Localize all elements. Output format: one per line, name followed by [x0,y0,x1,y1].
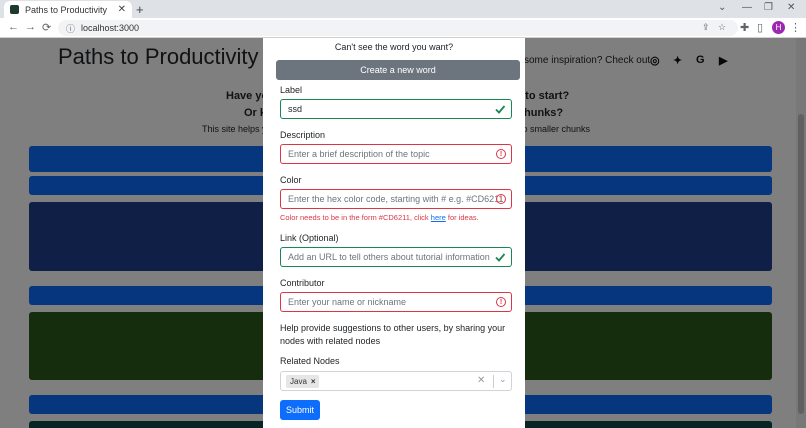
new-word-modal: Can't see the word you want? Create a ne… [263,38,525,428]
chip-label: Java [290,377,307,386]
related-nodes-label: Related Nodes [280,356,340,366]
color-error-prefix: Color needs to be in the form #CD6211, c… [280,213,431,222]
contributor-placeholder: Enter your name or nickname [288,297,407,307]
description-placeholder: Enter a brief description of the topic [288,149,430,159]
window-close-icon[interactable]: ✕ [787,2,795,13]
url-field[interactable]: ⓘ localhost:3000 ⇪ ☆ [58,20,738,36]
error-icon: ! [496,194,506,204]
clear-selection-icon[interactable]: ✕ [477,375,485,386]
profile-avatar[interactable]: H [772,21,785,34]
error-icon: ! [496,149,506,159]
menu-kebab-icon[interactable]: ⋮ [790,21,801,34]
selected-node-chip[interactable]: Java × [286,375,319,388]
link-label: Link (Optional) [280,233,339,243]
color-error-message: Color needs to be in the form #CD6211, c… [280,213,479,222]
extensions-icon[interactable]: ✚ [740,21,749,34]
select-separator [493,375,494,388]
tab-title: Paths to Productivity [25,4,108,15]
tab-search-icon[interactable]: ⌄ [718,2,726,13]
label-input-value: ssd [288,104,303,114]
color-placeholder: Enter the hex color code, starting with … [288,194,504,204]
related-nodes-select[interactable]: Java × ✕ ⌄ [280,371,512,391]
help-text: Help provide suggestions to other users,… [280,323,506,346]
forward-icon[interactable]: → [25,21,36,33]
color-label: Color [280,175,302,185]
restore-icon[interactable]: ❐ [764,2,773,13]
valid-check-icon [495,253,506,262]
share-icon[interactable]: ⇪ [702,22,710,33]
back-icon[interactable]: ← [8,21,19,33]
label-label: Label [280,85,303,95]
browser-tab[interactable]: Paths to Productivity ✕ [4,1,132,18]
site-info-icon[interactable]: ⓘ [66,22,75,35]
link-input[interactable]: Add an URL to tell others about tutorial… [280,247,512,267]
link-placeholder: Add an URL to tell others about tutorial… [288,252,490,262]
label-input[interactable]: ssd [280,99,512,119]
chevron-down-icon[interactable]: ⌄ [499,374,507,385]
browser-tabstrip: Paths to Productivity ✕ + ⌄ — ❐ ✕ [0,0,806,18]
remove-chip-icon[interactable]: × [311,377,316,386]
color-error-suffix: for ideas. [445,213,479,222]
cant-see-text: Can't see the word you want? [334,42,454,52]
error-icon: ! [496,297,506,307]
new-tab-icon[interactable]: + [136,2,144,17]
submit-button[interactable]: Submit [280,400,320,420]
description-input[interactable]: Enter a brief description of the topic ! [280,144,512,164]
favicon-icon [10,5,19,14]
address-bar-row: ← → ⟳ ⓘ localhost:3000 ⇪ ☆ ✚ ▯ H ⋮ [0,18,806,38]
reload-icon[interactable]: ⟳ [42,21,51,34]
side-panel-icon[interactable]: ▯ [757,21,763,34]
valid-check-icon [495,105,506,114]
create-new-word-button[interactable]: Create a new word [276,60,520,80]
minimize-icon[interactable]: — [742,2,752,13]
bookmark-star-icon[interactable]: ☆ [718,22,726,33]
color-ideas-link[interactable]: here [431,213,446,222]
color-input[interactable]: Enter the hex color code, starting with … [280,189,512,209]
contributor-label: Contributor [280,278,325,288]
contributor-input[interactable]: Enter your name or nickname ! [280,292,512,312]
url-text: localhost:3000 [81,23,140,33]
description-label: Description [280,130,326,140]
close-tab-icon[interactable]: ✕ [118,4,126,15]
